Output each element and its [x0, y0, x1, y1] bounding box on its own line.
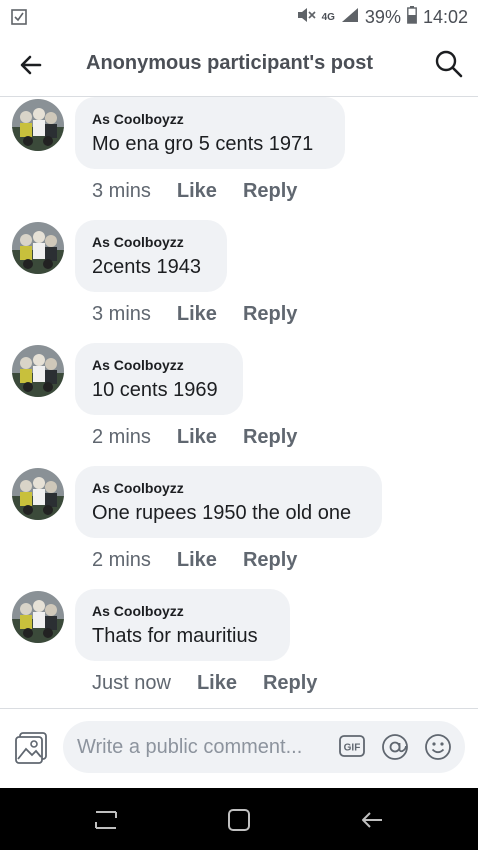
home-button[interactable] — [225, 806, 253, 834]
avatar-image — [12, 468, 64, 520]
reply-button[interactable]: Reply — [243, 426, 297, 449]
comment-timestamp: 2 mins — [92, 548, 151, 571]
search-button[interactable] — [434, 48, 464, 80]
search-icon — [435, 50, 463, 78]
mention-button[interactable] — [381, 733, 409, 761]
photo-icon — [15, 732, 47, 764]
avatar-image — [12, 222, 64, 274]
top-app-bar: Anonymous participant's post — [0, 34, 478, 97]
comment-timestamp: Just now — [92, 671, 171, 694]
system-navigation-bar — [0, 788, 478, 850]
comment-bubble[interactable]: As Coolboyzz 10 cents 1969 — [75, 343, 243, 415]
comment-input[interactable]: Write a public comment... GIF — [63, 721, 465, 773]
avatar[interactable] — [12, 99, 64, 151]
comment-item: As Coolboyzz One rupees 1950 the old one… — [0, 466, 478, 589]
gif-icon: GIF — [339, 735, 365, 757]
comment-author[interactable]: As Coolboyzz — [92, 480, 184, 496]
comment-text: 10 cents 1969 — [92, 379, 218, 401]
reply-button[interactable]: Reply — [243, 303, 297, 326]
comment-text: 2cents 1943 — [92, 256, 201, 278]
avatar[interactable] — [12, 591, 64, 643]
like-button[interactable]: Like — [197, 672, 237, 695]
comment-timestamp: 2 mins — [92, 425, 151, 448]
avatar[interactable] — [12, 468, 64, 520]
comment-timestamp: 3 mins — [92, 179, 151, 202]
back-arrow-icon — [20, 55, 42, 75]
comment-actions: 3 mins Like Reply — [92, 179, 323, 203]
home-icon — [228, 809, 250, 831]
comment-actions: 3 mins Like Reply — [92, 302, 323, 326]
comment-bubble[interactable]: As Coolboyzz 2cents 1943 — [75, 220, 227, 292]
battery-icon — [407, 6, 417, 29]
like-button[interactable]: Like — [177, 180, 217, 203]
back-button[interactable] — [16, 50, 48, 80]
avatar-image — [12, 99, 64, 151]
reply-button[interactable]: Reply — [243, 180, 297, 203]
clock: 14:02 — [422, 7, 468, 27]
comment-author[interactable]: As Coolboyzz — [92, 603, 184, 619]
comment-bubble[interactable]: As Coolboyzz Thats for mauritius — [75, 589, 290, 661]
system-back-icon — [362, 812, 382, 828]
comment-item: As Coolboyzz 2cents 1943 3 mins Like Rep… — [0, 220, 478, 343]
avatar[interactable] — [12, 222, 64, 274]
like-button[interactable]: Like — [177, 549, 217, 572]
avatar-image — [12, 591, 64, 643]
comment-author[interactable]: As Coolboyzz — [92, 111, 184, 127]
at-mention-icon — [382, 734, 408, 760]
avatar-image — [12, 345, 64, 397]
network-type-icon: 4G — [321, 11, 335, 23]
comment-item: As Coolboyzz Mo ena gro 5 cents 1971 3 m… — [0, 97, 478, 220]
checklist-notification-icon — [10, 8, 28, 31]
comment-input-placeholder: Write a public comment... — [77, 736, 303, 758]
recents-button[interactable] — [92, 806, 120, 834]
comment-actions: 2 mins Like Reply — [92, 425, 323, 449]
mute-icon — [296, 6, 316, 29]
comment-text: Mo ena gro 5 cents 1971 — [92, 133, 314, 155]
avatar[interactable] — [12, 345, 64, 397]
comment-author[interactable]: As Coolboyzz — [92, 234, 184, 250]
system-back-button[interactable] — [358, 806, 386, 834]
reply-button[interactable]: Reply — [263, 672, 317, 695]
comment-author[interactable]: As Coolboyzz — [92, 357, 184, 373]
comment-actions: 2 mins Like Reply — [92, 548, 323, 572]
comment-text: Thats for mauritius — [92, 625, 258, 647]
comment-actions: Just now Like Reply — [92, 671, 343, 695]
gif-button[interactable]: GIF — [339, 734, 365, 758]
comment-text: One rupees 1950 the old one — [92, 502, 352, 524]
comment-bubble[interactable]: As Coolboyzz Mo ena gro 5 cents 1971 — [75, 97, 345, 169]
page-title: Anonymous participant's post — [86, 52, 374, 74]
like-button[interactable]: Like — [177, 426, 217, 449]
comment-item: As Coolboyzz Thats for mauritius Just no… — [0, 589, 478, 712]
gif-label: GIF — [344, 743, 361, 754]
comment-bubble[interactable]: As Coolboyzz One rupees 1950 the old one — [75, 466, 382, 538]
smiley-icon — [425, 734, 451, 760]
add-photo-button[interactable] — [14, 731, 48, 765]
comment-composer: Write a public comment... GIF — [0, 708, 478, 789]
signal-icon — [341, 7, 359, 28]
network-label: 4G — [321, 11, 335, 23]
comment-item: As Coolboyzz 10 cents 1969 2 mins Like R… — [0, 343, 478, 466]
battery-percent: 39% — [364, 7, 401, 27]
status-bar: 4G 39% 14:02 — [0, 0, 478, 34]
comment-timestamp: 3 mins — [92, 302, 151, 325]
recents-icon — [95, 811, 117, 829]
emoji-button[interactable] — [424, 733, 452, 761]
reply-button[interactable]: Reply — [243, 549, 297, 572]
like-button[interactable]: Like — [177, 303, 217, 326]
